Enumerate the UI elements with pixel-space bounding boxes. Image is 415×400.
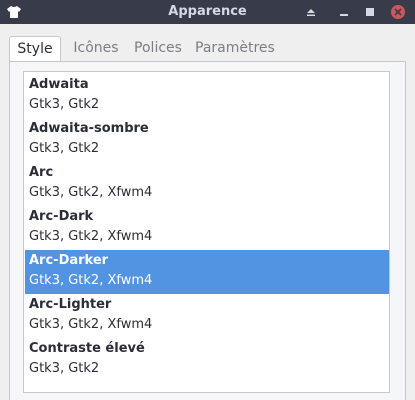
theme-support: Gtk3, Gtk2, Xfwm4 — [29, 317, 153, 332]
title-bar[interactable]: Apparence — [0, 0, 415, 24]
tab-icones[interactable]: Icônes — [70, 36, 122, 60]
tab-parametres[interactable]: Paramètres — [195, 36, 275, 60]
theme-support: Gtk3, Gtk2 — [29, 361, 100, 376]
theme-name: Arc-Dark — [29, 209, 94, 224]
theme-list[interactable]: Adwaita Gtk3, Gtk2 Adwaita-sombre Gtk3, … — [23, 71, 390, 393]
tab-polices[interactable]: Polices — [133, 36, 183, 60]
theme-support: Gtk3, Gtk2, Xfwm4 — [29, 229, 153, 244]
close-button[interactable] — [388, 2, 408, 22]
theme-row[interactable]: Arc Gtk3, Gtk2, Xfwm4 — [25, 162, 389, 206]
tab-style[interactable]: Style — [9, 36, 61, 62]
shade-button[interactable] — [301, 2, 321, 22]
theme-name: Arc-Lighter — [29, 297, 112, 312]
theme-name: Contraste élevé — [29, 341, 145, 356]
theme-row[interactable]: Arc-Lighter Gtk3, Gtk2, Xfwm4 — [25, 294, 389, 338]
style-panel: Adwaita Gtk3, Gtk2 Adwaita-sombre Gtk3, … — [9, 61, 406, 400]
theme-name: Adwaita-sombre — [29, 121, 149, 136]
tab-bar: Style Icônes Polices Paramètres — [9, 36, 415, 62]
theme-support: Gtk3, Gtk2, Xfwm4 — [29, 273, 153, 288]
maximize-button[interactable] — [360, 2, 380, 22]
theme-row-selected[interactable]: Arc-Darker Gtk3, Gtk2, Xfwm4 — [25, 250, 389, 294]
theme-support: Gtk3, Gtk2, Xfwm4 — [29, 185, 153, 200]
theme-name: Arc — [29, 165, 54, 180]
theme-name: Adwaita — [29, 77, 89, 92]
maximize-icon — [366, 8, 374, 16]
theme-row[interactable]: Adwaita Gtk3, Gtk2 — [25, 74, 389, 118]
close-icon — [394, 8, 402, 16]
theme-support: Gtk3, Gtk2 — [29, 97, 100, 112]
minimize-icon — [340, 14, 348, 16]
theme-row[interactable]: Contraste élevé Gtk3, Gtk2 — [25, 338, 389, 382]
theme-support: Gtk3, Gtk2 — [29, 141, 100, 156]
theme-row[interactable]: Arc-Dark Gtk3, Gtk2, Xfwm4 — [25, 206, 389, 250]
shade-icon — [307, 9, 315, 16]
theme-name: Arc-Darker — [29, 253, 109, 268]
theme-row[interactable]: Adwaita-sombre Gtk3, Gtk2 — [25, 118, 389, 162]
minimize-button[interactable] — [334, 2, 354, 22]
